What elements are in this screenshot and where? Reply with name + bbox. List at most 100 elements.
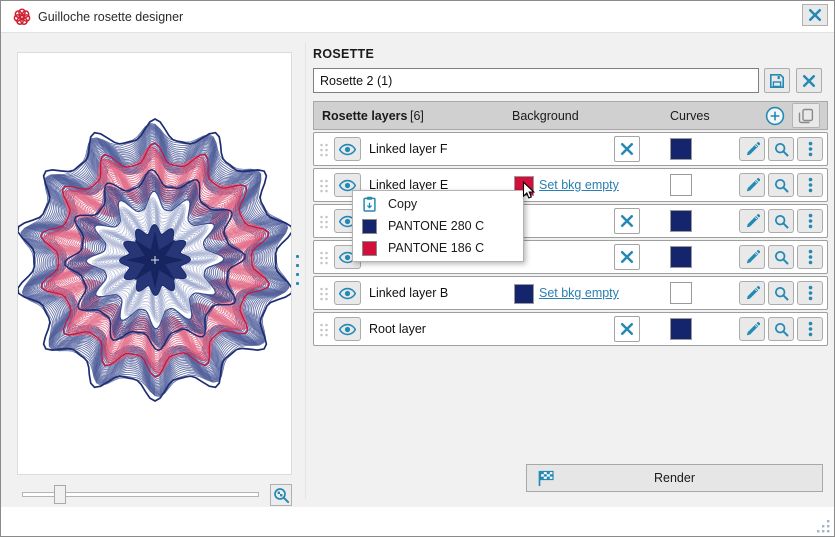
- save-rosette-button[interactable]: [764, 68, 790, 93]
- background-empty-button[interactable]: [614, 244, 640, 270]
- background-color-swatch[interactable]: [514, 284, 534, 304]
- context-menu-item-label: Copy: [388, 197, 418, 211]
- panel-divider: [305, 43, 306, 499]
- background-empty-button[interactable]: [614, 136, 640, 162]
- add-layer-button[interactable]: [765, 105, 787, 127]
- curves-color-swatch[interactable]: [670, 318, 692, 340]
- rosette-preview: [17, 52, 292, 475]
- background-empty-button[interactable]: [614, 316, 640, 342]
- copy-icon: [798, 108, 814, 124]
- layer-name: Linked layer B: [369, 286, 449, 300]
- close-icon: [620, 214, 634, 228]
- pencil-icon: [745, 249, 760, 265]
- inspect-layer-button[interactable]: [768, 137, 794, 161]
- pantone-color-swatch: [362, 241, 377, 256]
- content-area: ROSETTE Rosette layers [6] Background Cu…: [1, 32, 834, 507]
- close-rosette-button[interactable]: [796, 68, 822, 93]
- duplicate-layer-button[interactable]: [792, 103, 820, 128]
- curves-color-swatch[interactable]: [670, 282, 692, 304]
- close-icon: [808, 8, 822, 22]
- ellipsis-icon: [808, 177, 813, 193]
- pencil-icon: [745, 141, 760, 157]
- edit-layer-button[interactable]: [739, 209, 765, 233]
- titlebar: Guilloche rosette designer: [1, 1, 834, 32]
- close-icon: [802, 74, 816, 88]
- edit-layer-button[interactable]: [739, 281, 765, 305]
- layer-menu-button[interactable]: [797, 209, 823, 233]
- layers-table-title: Rosette layers: [322, 109, 408, 123]
- drag-handle-icon[interactable]: [319, 215, 329, 229]
- inspect-layer-button[interactable]: [768, 209, 794, 233]
- edit-layer-button[interactable]: [739, 245, 765, 269]
- drag-handle-icon[interactable]: [319, 143, 329, 157]
- inspect-layer-button[interactable]: [768, 245, 794, 269]
- column-header-background: Background: [512, 109, 579, 123]
- inspect-layer-button[interactable]: [768, 317, 794, 341]
- rosette-section-heading: ROSETTE: [313, 47, 375, 61]
- curves-color-swatch[interactable]: [670, 174, 692, 196]
- ellipsis-icon: [808, 213, 813, 229]
- magnifier-icon: [774, 142, 789, 157]
- pencil-icon: [745, 321, 760, 337]
- layer-menu-button[interactable]: [797, 317, 823, 341]
- visibility-toggle-button[interactable]: [334, 281, 361, 305]
- layer-menu-button[interactable]: [797, 137, 823, 161]
- magnifier-icon: [774, 178, 789, 193]
- set-bkg-empty-link[interactable]: Set bkg empty: [539, 178, 619, 192]
- splitter-handle[interactable]: [293, 255, 302, 285]
- ellipsis-icon: [808, 321, 813, 337]
- curves-color-swatch[interactable]: [670, 210, 692, 232]
- rosette-app-icon: [13, 8, 31, 26]
- pantone-color-swatch: [362, 219, 377, 234]
- layers-table-header: Rosette layers [6] Background Curves: [313, 101, 828, 130]
- ellipsis-icon: [808, 249, 813, 265]
- context-menu-item-label: PANTONE 186 C: [388, 241, 485, 255]
- ellipsis-icon: [808, 141, 813, 157]
- drag-handle-icon[interactable]: [319, 287, 329, 301]
- layer-name: Linked layer F: [369, 142, 448, 156]
- inspect-layer-button[interactable]: [768, 173, 794, 197]
- render-button[interactable]: Render: [526, 464, 823, 492]
- pencil-icon: [745, 213, 760, 229]
- background-empty-button[interactable]: [614, 208, 640, 234]
- drag-handle-icon[interactable]: [319, 323, 329, 337]
- visibility-toggle-button[interactable]: [334, 317, 361, 341]
- resize-grip[interactable]: [815, 518, 831, 534]
- edit-layer-button[interactable]: [739, 173, 765, 197]
- close-icon: [620, 142, 634, 156]
- window-close-button[interactable]: [802, 4, 828, 26]
- zoom-slider-thumb[interactable]: [54, 485, 66, 504]
- eye-icon: [339, 287, 356, 300]
- context-menu-item[interactable]: PANTONE 186 C: [353, 237, 523, 259]
- pencil-icon: [745, 285, 760, 301]
- inspect-layer-button[interactable]: [768, 281, 794, 305]
- plus-circle-icon: [765, 106, 787, 126]
- edit-layer-button[interactable]: [739, 137, 765, 161]
- window: Guilloche rosette designer ROSETTE Roset…: [0, 0, 835, 537]
- curves-color-swatch[interactable]: [670, 138, 692, 160]
- layers-count-badge: [6]: [410, 109, 424, 123]
- rosette-name-input[interactable]: [313, 68, 759, 93]
- curves-color-swatch[interactable]: [670, 246, 692, 268]
- edit-layer-button[interactable]: [739, 317, 765, 341]
- visibility-toggle-button[interactable]: [334, 137, 361, 161]
- context-menu-item[interactable]: Copy: [353, 193, 523, 215]
- close-icon: [620, 322, 634, 336]
- ellipsis-icon: [808, 285, 813, 301]
- drag-handle-icon[interactable]: [319, 251, 329, 265]
- zoom-fit-button[interactable]: [270, 484, 292, 506]
- layer-menu-button[interactable]: [797, 281, 823, 305]
- rosette-guilloche-image: [18, 53, 291, 474]
- set-bkg-empty-link[interactable]: Set bkg empty: [539, 286, 619, 300]
- drag-handle-icon[interactable]: [319, 179, 329, 193]
- context-menu-item-label: PANTONE 280 C: [388, 219, 485, 233]
- layer-row: Linked layer B Set bkg empty: [313, 276, 828, 310]
- layer-menu-button[interactable]: [797, 173, 823, 197]
- context-menu-item[interactable]: PANTONE 280 C: [353, 215, 523, 237]
- layer-name: Root layer: [369, 322, 426, 336]
- eye-icon: [339, 143, 356, 156]
- magnifier-icon: [774, 250, 789, 265]
- save-icon: [769, 73, 785, 89]
- layer-menu-button[interactable]: [797, 245, 823, 269]
- render-button-label: Render: [654, 471, 695, 485]
